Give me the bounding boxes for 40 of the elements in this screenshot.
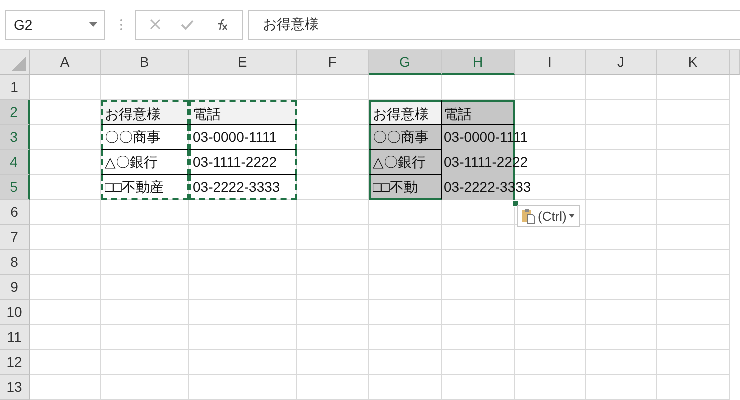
column-header[interactable]: H bbox=[442, 50, 515, 75]
column-header[interactable]: A bbox=[30, 50, 101, 75]
caret-icon bbox=[568, 214, 575, 218]
column-header[interactable]: K bbox=[657, 50, 730, 75]
table-cell[interactable]: 電話 bbox=[189, 100, 297, 125]
row-header[interactable]: 10 bbox=[0, 300, 30, 325]
row-header[interactable]: 2 bbox=[0, 100, 30, 125]
row-header[interactable]: 1 bbox=[0, 75, 30, 100]
row-header[interactable]: 4 bbox=[0, 150, 30, 175]
column-header[interactable]: F bbox=[297, 50, 369, 75]
column-header[interactable]: B bbox=[101, 50, 189, 75]
column-header[interactable]: I bbox=[515, 50, 586, 75]
column-header[interactable]: E bbox=[189, 50, 297, 75]
name-box[interactable]: G2 bbox=[5, 10, 105, 40]
fill-handle[interactable] bbox=[512, 200, 519, 207]
row-header[interactable]: 11 bbox=[0, 325, 30, 350]
row-header[interactable]: 13 bbox=[0, 375, 30, 400]
column-header[interactable]: J bbox=[586, 50, 657, 75]
table-cell[interactable]: 03-0000-1111 bbox=[189, 125, 297, 150]
paste-options-button[interactable]: (Ctrl) bbox=[517, 205, 580, 227]
column-header[interactable]: G bbox=[369, 50, 442, 75]
dropdown-icon[interactable] bbox=[89, 22, 98, 27]
grip-icon bbox=[120, 18, 123, 30]
row-header[interactable]: 8 bbox=[0, 250, 30, 275]
table-cell[interactable]: 〇〇商事 bbox=[369, 125, 442, 150]
row-header[interactable]: 3 bbox=[0, 125, 30, 150]
table-cell[interactable]: △〇銀行 bbox=[369, 150, 442, 175]
checkmark-icon[interactable] bbox=[181, 20, 194, 30]
row-header[interactable]: 7 bbox=[0, 225, 30, 250]
table-cell[interactable]: 03-1111-2222 bbox=[189, 150, 297, 175]
table-cell[interactable]: お得意様 bbox=[101, 100, 189, 125]
row-header[interactable]: 6 bbox=[0, 200, 30, 225]
row-header[interactable]: 12 bbox=[0, 350, 30, 375]
formula-field[interactable]: お得意様 bbox=[248, 10, 740, 40]
table-cell[interactable]: 電話 bbox=[442, 100, 515, 125]
table-cell[interactable]: □□不動 bbox=[369, 175, 442, 200]
clipboard-icon bbox=[522, 208, 536, 224]
row-header[interactable]: 9 bbox=[0, 275, 30, 300]
table-cell[interactable]: お得意様 bbox=[369, 100, 442, 125]
row-header[interactable]: 5 bbox=[0, 175, 30, 200]
